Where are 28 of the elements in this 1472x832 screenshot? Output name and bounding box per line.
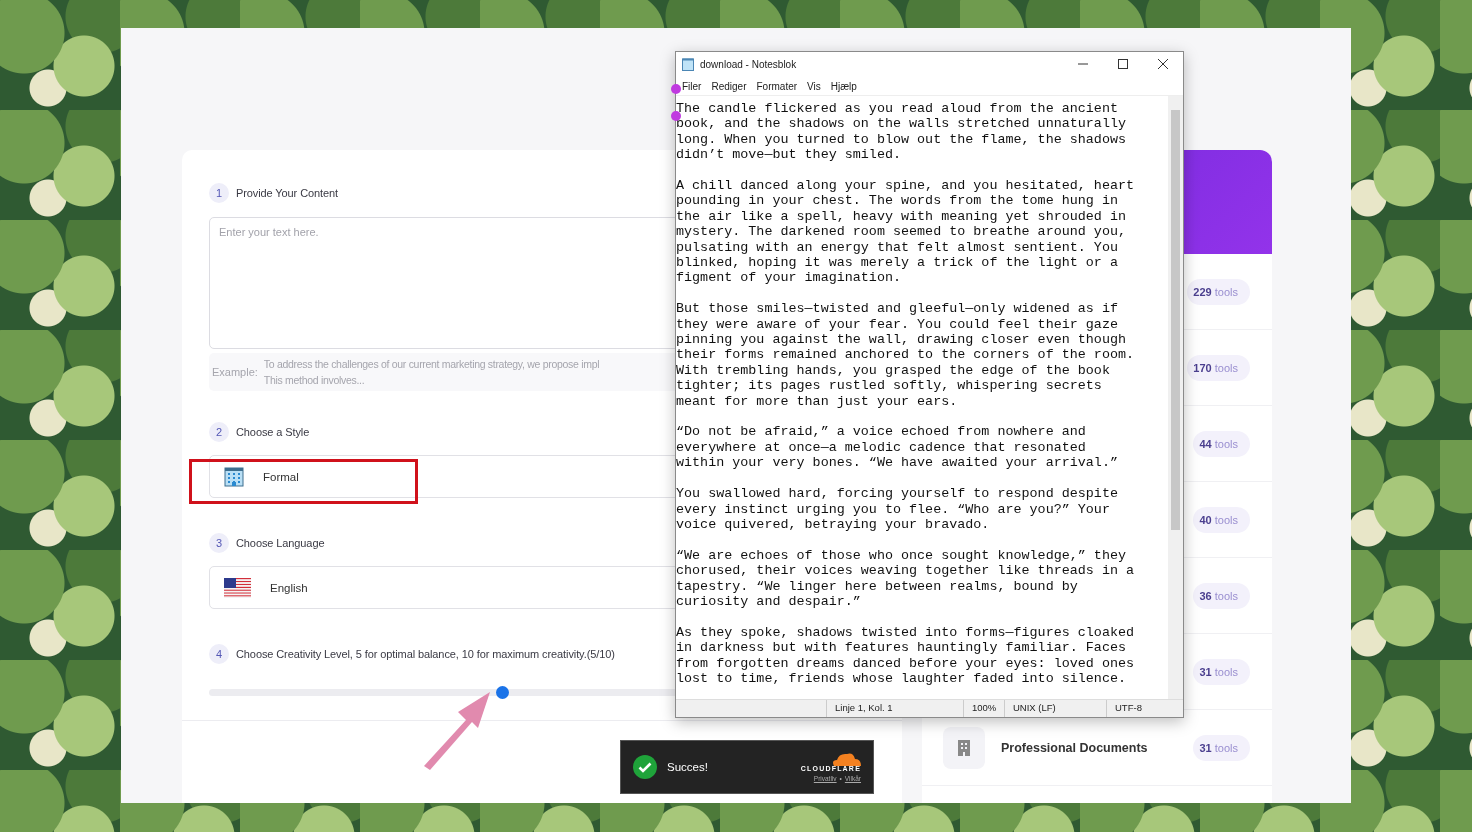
tool-count-badge: 31 tools (1193, 658, 1250, 685)
step-number: 1 (209, 183, 229, 203)
toast-message: Succes! (667, 761, 708, 773)
tool-count-badge: 170 tools (1187, 354, 1250, 381)
text-paragraph: The candle flickered as you read aloud from the ancient book, and the shadows on the walls stretched unnaturally long. When you turned to blow out the flame, the shadows didn’t move—but they smiled. (676, 101, 1127, 163)
step-label: Choose Language (236, 537, 325, 549)
step-number: 4 (209, 644, 229, 664)
style-value: Formal (263, 470, 299, 483)
text-paragraph: As they spoke, shadows twisted into forms—figures cloaked in darkness but with features hauntingly familiar. Faces from forgotten dreams danced before your eyes: loved ones lost to time, friends whose laughter faded into silence. (676, 624, 1136, 687)
status-text: UNIX (LF) (1004, 700, 1106, 717)
category-name: Professional Documents (1001, 740, 1148, 755)
step-label: Choose a Style (236, 426, 310, 438)
tool-count-badge: 229 tools (1187, 278, 1250, 305)
step-number: 3 (209, 533, 229, 553)
language-value: English (270, 581, 308, 594)
status-text: 100% (963, 700, 1004, 717)
step-label: Choose Creativity Level, 5 for optimal balance, 10 for maximum creativity.(5/10) (236, 648, 615, 660)
status-text: Linje 1, Kol. 1 (826, 700, 963, 717)
example-label: Example: (212, 366, 258, 378)
example-text: To address the challenges of our current marketing strategy, we propose impl This method involves... (263, 357, 600, 388)
step-label: Provide Your Content (236, 187, 338, 199)
tool-count-badge: 31 tools (1193, 734, 1250, 761)
status-text: UTF-8 (1106, 700, 1183, 717)
step-number: 2 (209, 422, 229, 442)
tool-count-badge: 44 tools (1193, 430, 1250, 457)
tool-count-badge: 40 tools (1193, 506, 1250, 533)
tool-count-badge: 36 tools (1193, 582, 1250, 609)
window-title: download - Notesblok (700, 58, 797, 70)
